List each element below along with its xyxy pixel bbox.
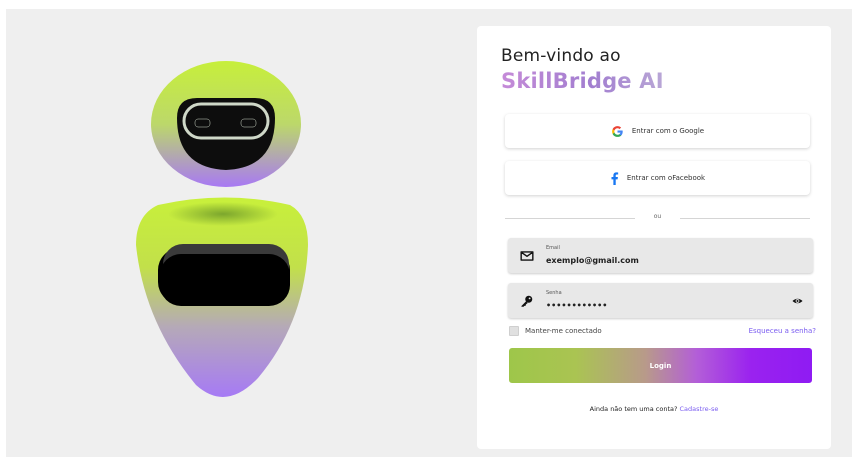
brand-title: SkillBridge AI: [501, 69, 664, 93]
password-field[interactable]: Senha: [508, 283, 813, 318]
password-label: Senha: [546, 290, 562, 296]
facebook-login-label: Entrar com oFacebook: [626, 174, 706, 182]
remember-label: Manter-me conectado: [525, 327, 602, 335]
email-field[interactable]: Email: [508, 238, 813, 273]
divider-line-right: [680, 218, 810, 219]
signup-link[interactable]: Cadastre-se: [680, 405, 719, 413]
login-card: Bem-vindo ao SkillBridge AI Entrar com o…: [477, 26, 831, 449]
google-icon: [611, 125, 623, 137]
remember-checkbox[interactable]: [509, 326, 519, 336]
eye-icon[interactable]: [792, 296, 803, 306]
mail-icon: [520, 251, 534, 261]
or-divider: ou: [505, 213, 810, 223]
google-login-label: Entrar com o Google: [631, 127, 705, 135]
email-label: Email: [546, 245, 560, 251]
signup-text: Ainda não tem uma conta?: [589, 405, 678, 413]
signup-prompt: Ainda não tem uma conta? Cadastre-se: [477, 405, 831, 413]
forgot-password-link[interactable]: Esqueceu a senha?: [749, 327, 816, 335]
remember-me[interactable]: Manter-me conectado: [509, 326, 602, 336]
email-input[interactable]: [546, 256, 746, 265]
facebook-icon: [611, 171, 619, 185]
key-icon: [521, 295, 533, 307]
password-input[interactable]: [546, 301, 746, 310]
google-login-button[interactable]: Entrar com o Google: [505, 114, 810, 148]
login-label: Login: [649, 361, 672, 370]
robot-mascot: [136, 61, 308, 397]
welcome-heading: Bem-vindo ao: [501, 46, 621, 66]
facebook-login-button[interactable]: Entrar com oFacebook: [505, 161, 810, 195]
login-button[interactable]: Login: [509, 348, 812, 383]
